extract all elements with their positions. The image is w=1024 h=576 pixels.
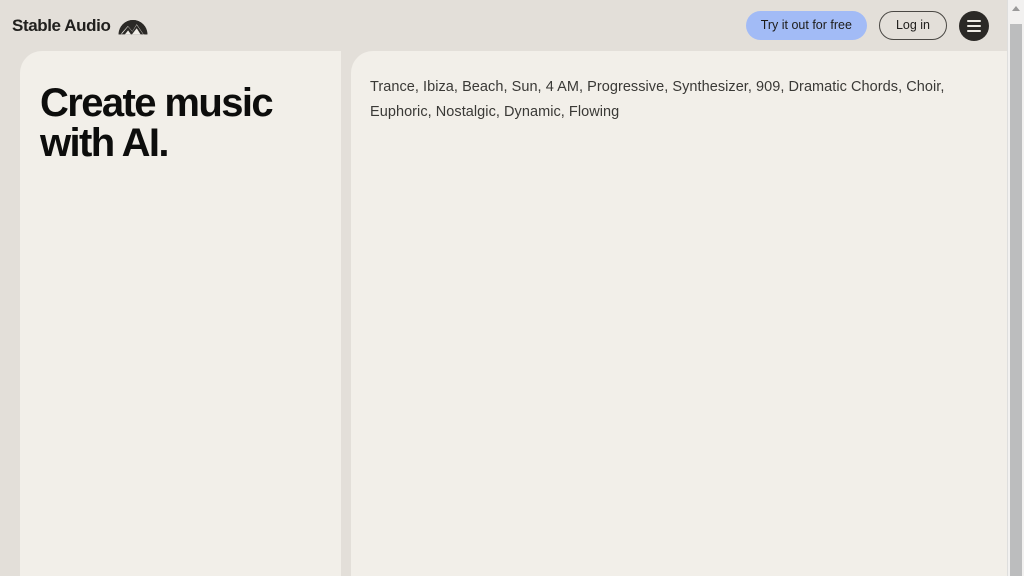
page-scrollbar[interactable] (1007, 0, 1024, 576)
prompt-tags-text: Trance, Ibiza, Beach, Sun, 4 AM, Progres… (370, 79, 945, 120)
try-it-free-button[interactable]: Try it out for free (745, 10, 867, 41)
page-root: Stable Audio Try it out for free Log in … (0, 0, 1024, 576)
menu-bar-2 (967, 24, 981, 27)
content-panels: Create music with AI. Trance, Ibiza, Bea… (20, 51, 1007, 576)
caret-up-icon (1012, 6, 1020, 11)
page-viewport: Stable Audio Try it out for free Log in … (0, 0, 1007, 576)
brand-logo[interactable]: Stable Audio (12, 17, 148, 35)
stable-audio-dome-icon (118, 17, 148, 35)
prompt-panel[interactable]: Trance, Ibiza, Beach, Sun, 4 AM, Progres… (351, 51, 1007, 576)
nav-actions: Try it out for free Log in (745, 10, 989, 41)
top-navigation-bar: Stable Audio Try it out for free Log in (0, 0, 1007, 51)
menu-bar-3 (967, 29, 981, 32)
login-button[interactable]: Log in (878, 10, 947, 41)
scrollbar-up-button[interactable] (1008, 0, 1024, 17)
page-title: Create music with AI. (40, 81, 274, 165)
hero-panel: Create music with AI. (20, 51, 341, 576)
brand-wordmark: Stable Audio (12, 16, 111, 35)
menu-bar-1 (967, 19, 981, 22)
scrollbar-thumb[interactable] (1010, 24, 1022, 576)
hamburger-menu-icon[interactable] (959, 10, 989, 41)
